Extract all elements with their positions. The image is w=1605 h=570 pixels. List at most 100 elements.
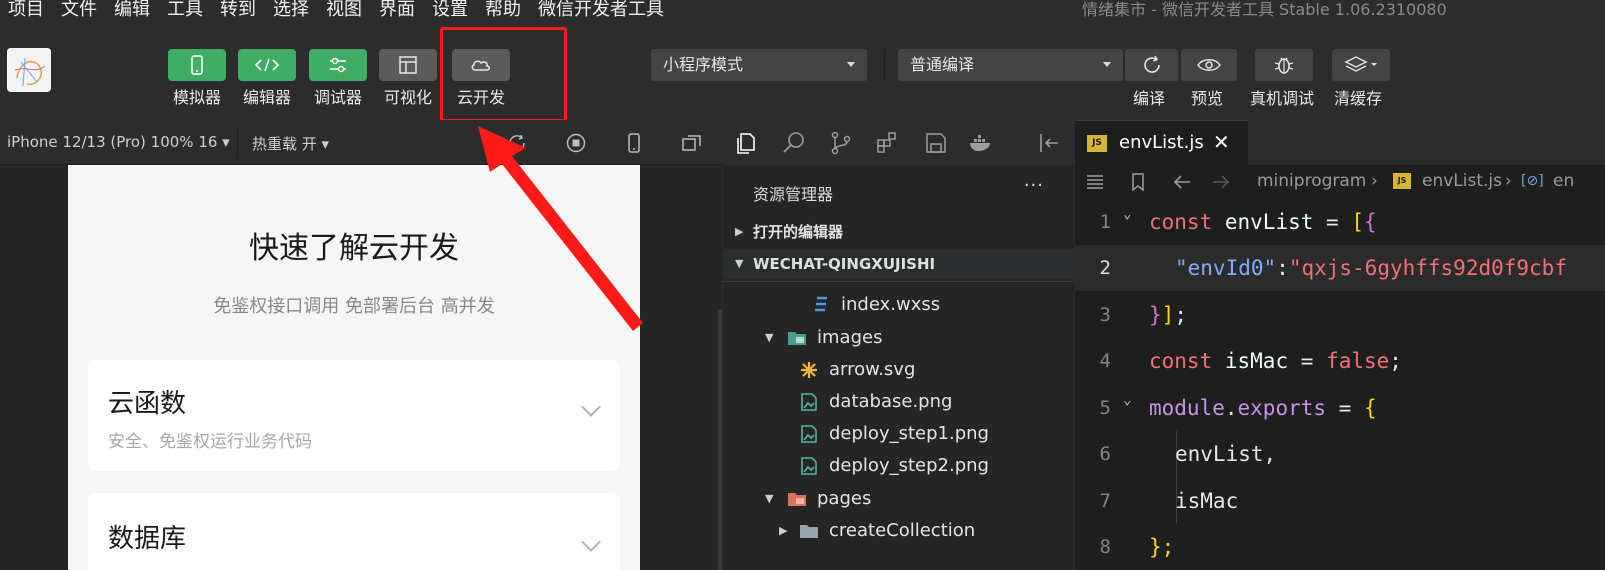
code-text: module.exports = { <box>1149 396 1377 420</box>
preview-button[interactable] <box>1181 49 1237 81</box>
project-section[interactable]: ▼ WECHAT-QINGXUJISHI <box>723 249 1074 279</box>
line-number: 6 <box>1099 443 1111 465</box>
device-phone-icon[interactable] <box>623 132 645 154</box>
close-icon[interactable]: ✕ <box>1213 130 1230 154</box>
avatar-sketch-icon <box>7 48 51 92</box>
debugger-tool[interactable]: 调试器 <box>308 49 368 108</box>
section-divider <box>723 281 1074 282</box>
mode-select-value: 小程序模式 <box>663 55 744 74</box>
breadcrumb-file[interactable]: envList.js <box>1422 171 1502 191</box>
extensions-icon[interactable] <box>875 130 901 156</box>
clear-cache-button[interactable] <box>1332 49 1390 81</box>
compile-mode-select[interactable]: 普通编译 <box>898 49 1123 81</box>
layout-icon <box>399 56 417 74</box>
breadcrumb-folder[interactable]: miniprogram <box>1257 171 1366 191</box>
symbol-icon: [⊘] <box>1521 173 1544 189</box>
line-number: 5 <box>1099 397 1111 419</box>
menu-settings[interactable]: 设置 <box>432 0 468 20</box>
line-number: 2 <box>1099 257 1111 279</box>
fold-chevron-icon[interactable]: ⌄ <box>1123 377 1131 423</box>
tree-item-label: index.wxss <box>841 294 941 315</box>
simulator-viewport: 快速了解云开发 免鉴权接口调用 免部署后台 高并发 云函数 安全、免鉴权运行业务… <box>0 165 722 570</box>
breadcrumb: miniprogram › JS envList.js › [⊘] en <box>1075 165 1605 199</box>
tree-item-label: arrow.svg <box>829 359 916 380</box>
source-control-icon[interactable] <box>828 130 854 156</box>
mode-select[interactable]: 小程序模式 <box>651 49 867 81</box>
folder-images-icon <box>788 332 806 345</box>
code-line-8: 8 }; <box>1075 524 1605 570</box>
code-text: isMac <box>1175 489 1239 513</box>
chevron-down-icon: ▼ <box>765 331 774 344</box>
activity-bar <box>723 120 1074 165</box>
menu-goto[interactable]: 转到 <box>220 0 256 20</box>
code-icon <box>254 58 280 72</box>
tree-item-deploy-step2-png[interactable]: deploy_step2.png <box>723 450 1074 482</box>
simulator-scrollbar[interactable] <box>718 310 722 570</box>
line-number: 4 <box>1099 350 1111 372</box>
card-cloud-function[interactable]: 云函数 安全、免鉴权运行业务代码 <box>88 360 620 471</box>
bookmark-icon[interactable] <box>1127 171 1149 193</box>
chevron-right-icon: ▶ <box>779 524 788 537</box>
image-file-icon <box>801 425 817 443</box>
rotate-icon[interactable] <box>506 132 528 154</box>
stop-icon[interactable] <box>565 132 587 154</box>
code-text: envList, <box>1175 442 1277 466</box>
debugger-button[interactable] <box>309 49 367 81</box>
remote-debug-label: 真机调试 <box>1250 89 1315 108</box>
menu-tools[interactable]: 工具 <box>167 0 203 20</box>
toolbar: 模拟器 编辑器 调试器 可视化 云开发 小程序模式 普通编译 编译 预览 真机调… <box>0 26 1605 120</box>
menu-help[interactable]: 帮助 <box>485 0 521 20</box>
chevron-down-icon: ▼ <box>765 492 774 505</box>
tree-item-arrow-svg[interactable]: arrow.svg <box>723 354 1074 386</box>
menu-edit[interactable]: 编辑 <box>114 0 150 20</box>
tree-item-images[interactable]: ▼ images <box>723 322 1074 354</box>
svg-file-icon <box>801 362 817 378</box>
folder-pages-icon <box>788 493 806 506</box>
menu-view[interactable]: 视图 <box>326 0 362 20</box>
card-database[interactable]: 数据库 <box>88 493 620 570</box>
collapse-panel-icon[interactable] <box>1036 130 1062 156</box>
files-icon[interactable] <box>733 130 759 156</box>
tree-item-pages[interactable]: ▼ pages <box>723 483 1074 515</box>
simulator-label: 模拟器 <box>172 88 221 107</box>
image-file-icon <box>801 457 817 475</box>
tree-item-database-png[interactable]: database.png <box>723 386 1074 418</box>
visual-tool[interactable]: 可视化 <box>378 49 438 108</box>
line-number: 1 <box>1099 211 1111 233</box>
tab-envlist-js[interactable]: JS envList.js ✕ <box>1075 120 1248 165</box>
fold-chevron-icon[interactable]: ⌄ <box>1123 191 1131 237</box>
tree-item-create-collection[interactable]: ▶ createCollection <box>723 515 1074 547</box>
editor-tool[interactable]: 编辑器 <box>237 49 297 108</box>
avatar[interactable] <box>7 48 51 92</box>
tree-item-deploy-step1-png[interactable]: deploy_step1.png <box>723 418 1074 450</box>
detach-window-icon[interactable] <box>681 132 703 154</box>
menu-wechat-devtools[interactable]: 微信开发者工具 <box>538 0 664 20</box>
menu-file[interactable]: 文件 <box>61 0 97 20</box>
clear-cache-label: 清缓存 <box>1334 89 1383 108</box>
line-number: 3 <box>1099 304 1111 326</box>
docker-icon[interactable] <box>968 130 994 156</box>
menu-project[interactable]: 项目 <box>8 0 44 20</box>
hot-reload-select[interactable]: 热重载 开 ▾ <box>252 133 329 154</box>
code-editor[interactable]: 1 ⌄ const envList = [{ 2 "envId0":"qxjs-… <box>1075 199 1605 570</box>
simulator-button[interactable] <box>168 49 226 81</box>
tree-item-index-wxss[interactable]: index.wxss <box>723 289 1074 321</box>
compile-button[interactable] <box>1125 49 1178 81</box>
eye-icon <box>1197 59 1221 71</box>
editor-button[interactable] <box>238 49 296 81</box>
remote-debug-button[interactable] <box>1255 49 1313 81</box>
forward-arrow-icon[interactable] <box>1210 171 1232 193</box>
simulator-tool[interactable]: 模拟器 <box>167 49 227 108</box>
compile-mode-value: 普通编译 <box>910 55 975 74</box>
breadcrumb-symbol[interactable]: en <box>1553 171 1574 191</box>
visual-button[interactable] <box>379 49 437 81</box>
open-editors-section[interactable]: ▶ 打开的编辑器 <box>723 217 1074 247</box>
back-arrow-icon[interactable] <box>1171 171 1193 193</box>
menu-interface[interactable]: 界面 <box>379 0 415 20</box>
more-icon[interactable]: ··· <box>1024 175 1044 196</box>
list-icon[interactable] <box>1084 171 1106 193</box>
save-icon[interactable] <box>923 130 949 156</box>
menu-select[interactable]: 选择 <box>273 0 309 20</box>
device-select[interactable]: iPhone 12/13 (Pro) 100% 16 ▾ <box>7 133 230 151</box>
search-icon[interactable] <box>781 130 807 156</box>
